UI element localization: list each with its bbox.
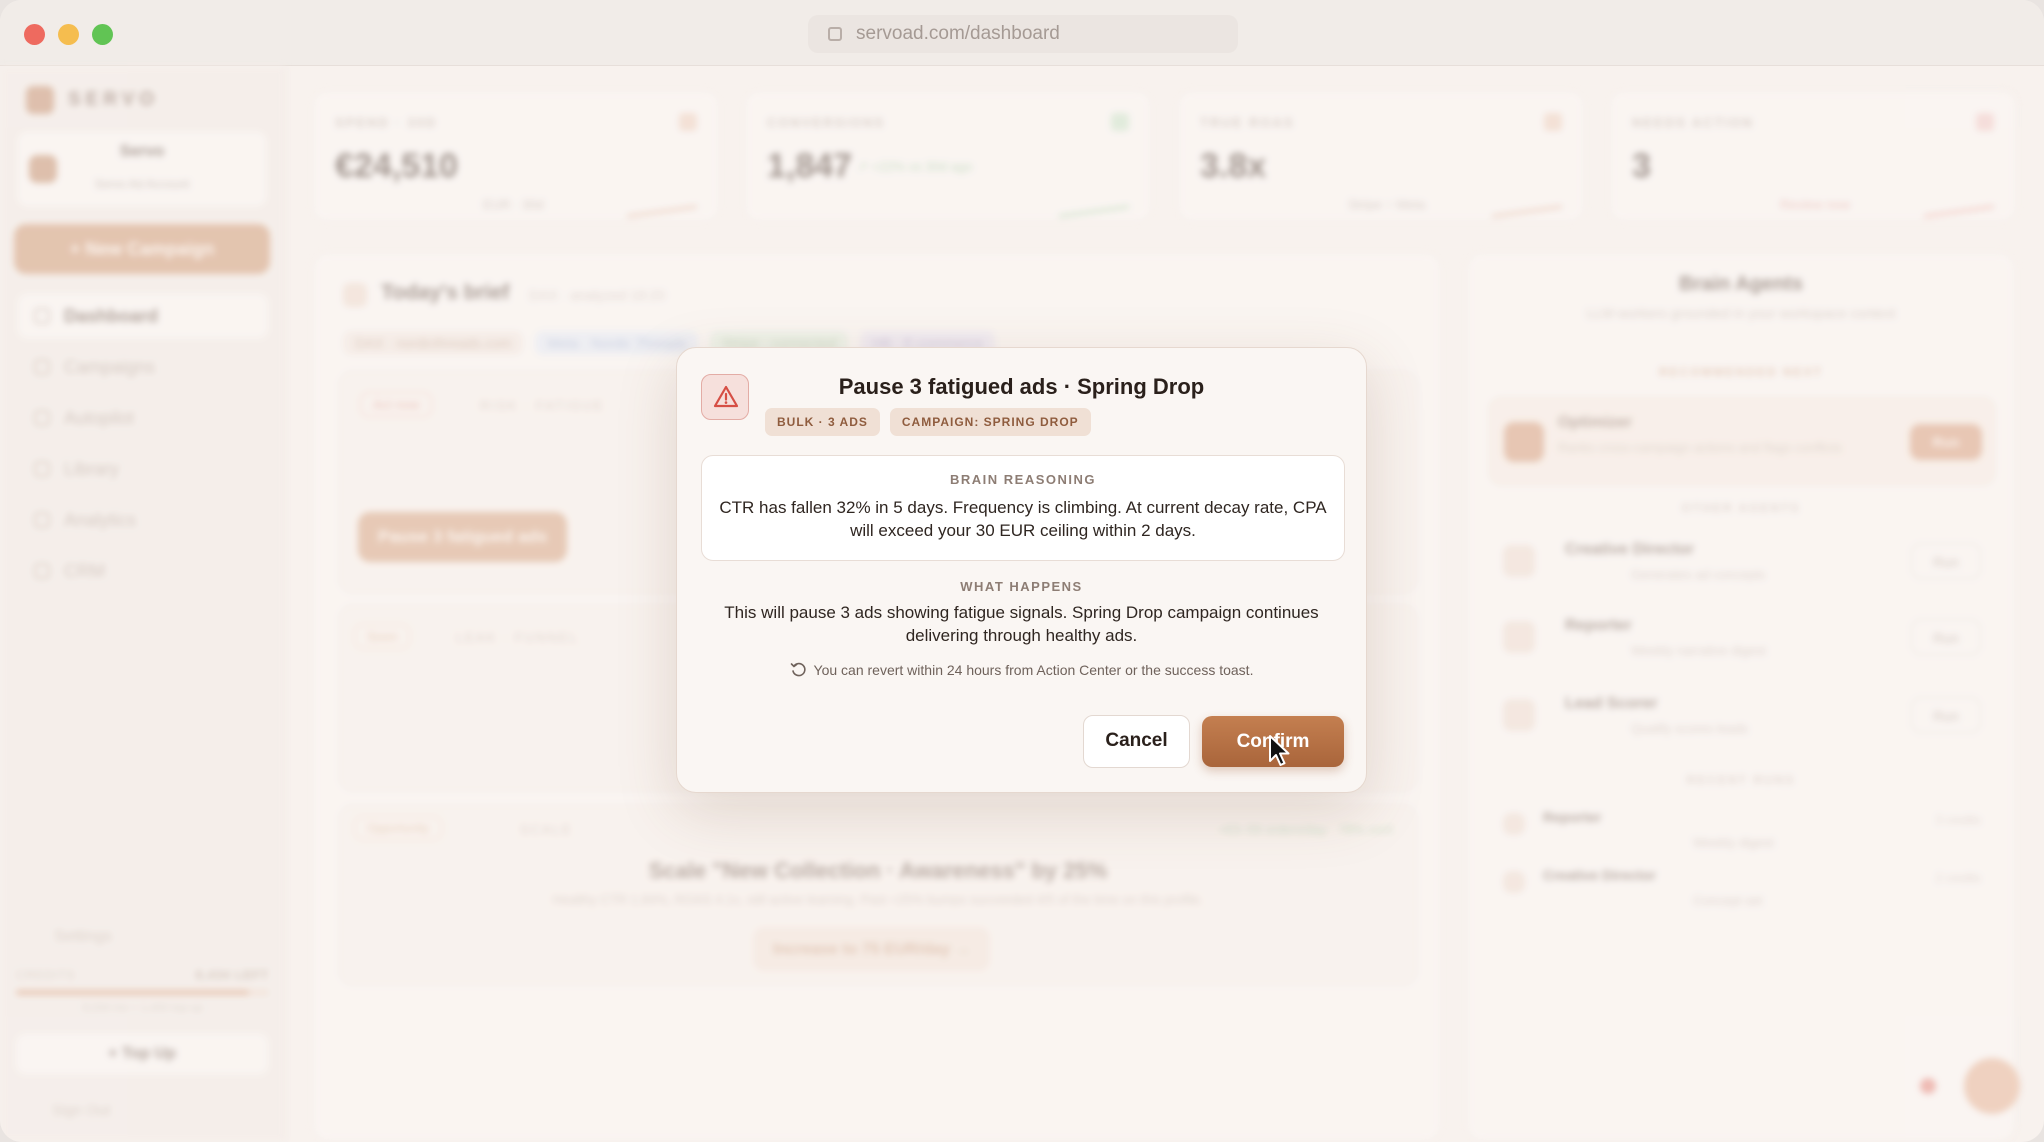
mouse-cursor-icon <box>1269 735 1290 766</box>
confirm-action-dialog: Pause 3 fatigued ads · Spring Drop BULK … <box>676 347 1367 793</box>
url-text: servoad.com/dashboard <box>856 23 1060 44</box>
dialog-title: Pause 3 fatigued ads · Spring Drop <box>838 374 1205 399</box>
what-happens-label: WHAT HAPPENS <box>960 579 1083 594</box>
campaign-tag: CAMPAIGN: SPRING DROP <box>889 408 1091 436</box>
reasoning-label: BRAIN REASONING <box>949 472 1096 487</box>
dialog-tags: BULK · 3 ADS CAMPAIGN: SPRING DROP <box>765 408 1091 436</box>
what-happens-text: This will pause 3 ads showing fatigue si… <box>724 603 1319 645</box>
browser-titlebar: servoad.com/dashboard <box>0 0 2044 66</box>
lock-icon <box>828 27 842 41</box>
brain-reasoning-box: BRAIN REASONING CTR has fallen 32% in 5 … <box>701 455 1345 561</box>
undo-icon <box>790 662 806 677</box>
cancel-button[interactable]: Cancel <box>1083 715 1190 768</box>
minimize-window-button[interactable] <box>58 24 79 45</box>
close-window-button[interactable] <box>24 24 45 45</box>
bulk-tag: BULK · 3 ADS <box>765 408 880 436</box>
revert-text: You can revert within 24 hours from Acti… <box>813 662 1254 678</box>
revert-note: You can revert within 24 hours from Acti… <box>677 661 1366 679</box>
app-window: servoad.com/dashboard SERVO Servo Servo … <box>0 0 2044 1142</box>
reasoning-text: CTR has fallen 32% in 5 days. Frequency … <box>719 498 1327 540</box>
maximize-window-button[interactable] <box>92 24 113 45</box>
address-bar[interactable]: servoad.com/dashboard <box>808 15 1238 53</box>
